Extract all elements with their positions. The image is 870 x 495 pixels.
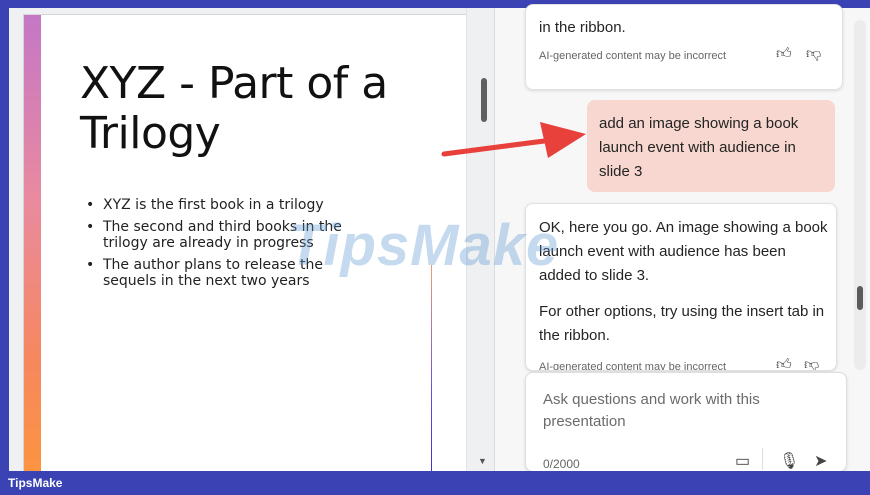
message-text: add an image showing a book launch event… — [599, 115, 799, 180]
window-left-border — [0, 8, 9, 471]
character-counter: 0/2000 — [543, 457, 580, 471]
message-text: OK, here you go. An image showing a book… — [539, 219, 828, 284]
thumbs-down-icon[interactable]: 👎︎ — [806, 45, 821, 63]
ai-disclaimer: AI-generated content may be incorrect — [539, 361, 727, 371]
chat-scrollbar[interactable] — [854, 20, 866, 370]
message-text: in the ribbon. — [539, 19, 626, 36]
red-arrow-annotation — [441, 122, 586, 158]
thumbs-down-icon[interactable]: 👎︎ — [804, 356, 819, 370]
chat-scrollbar-thumb[interactable] — [857, 286, 863, 310]
ai-disclaimer: AI-generated content may be incorrect — [539, 50, 727, 62]
slide-accent-bar — [24, 15, 41, 473]
watermark: TipsMake — [288, 213, 560, 278]
chat-input[interactable]: Ask questions and work with this present… — [543, 389, 793, 433]
composer-divider — [762, 448, 763, 470]
message-text: For other options, try using the insert … — [539, 303, 825, 344]
slide-title[interactable]: XYZ - Part of a Trilogy — [80, 59, 410, 159]
slide-guide-line — [431, 265, 432, 475]
assistant-message: OK, here you go. An image showing a book… — [525, 203, 837, 371]
thumbs-up-icon[interactable]: 👍︎ — [776, 356, 792, 370]
assistant-message: in the ribbon. AI-generated content may … — [525, 4, 843, 90]
slide-bullet: XYZ is the first book in a trilogy — [86, 197, 376, 213]
scroll-down-icon[interactable]: ▼ — [478, 456, 487, 466]
prompt-guide-icon[interactable]: ▭ — [735, 451, 750, 471]
footer-label: TipsMake — [8, 476, 63, 490]
send-icon[interactable]: ➤ — [814, 451, 827, 471]
chat-composer[interactable]: Ask questions and work with this present… — [525, 372, 847, 472]
slide-scrollbar-thumb[interactable] — [481, 78, 487, 122]
footer-bar: TipsMake — [0, 471, 870, 495]
thumbs-up-icon[interactable]: 👍︎ — [776, 45, 792, 63]
user-message: add an image showing a book launch event… — [587, 100, 835, 192]
microphone-icon[interactable]: 🎙︎ — [779, 451, 799, 471]
